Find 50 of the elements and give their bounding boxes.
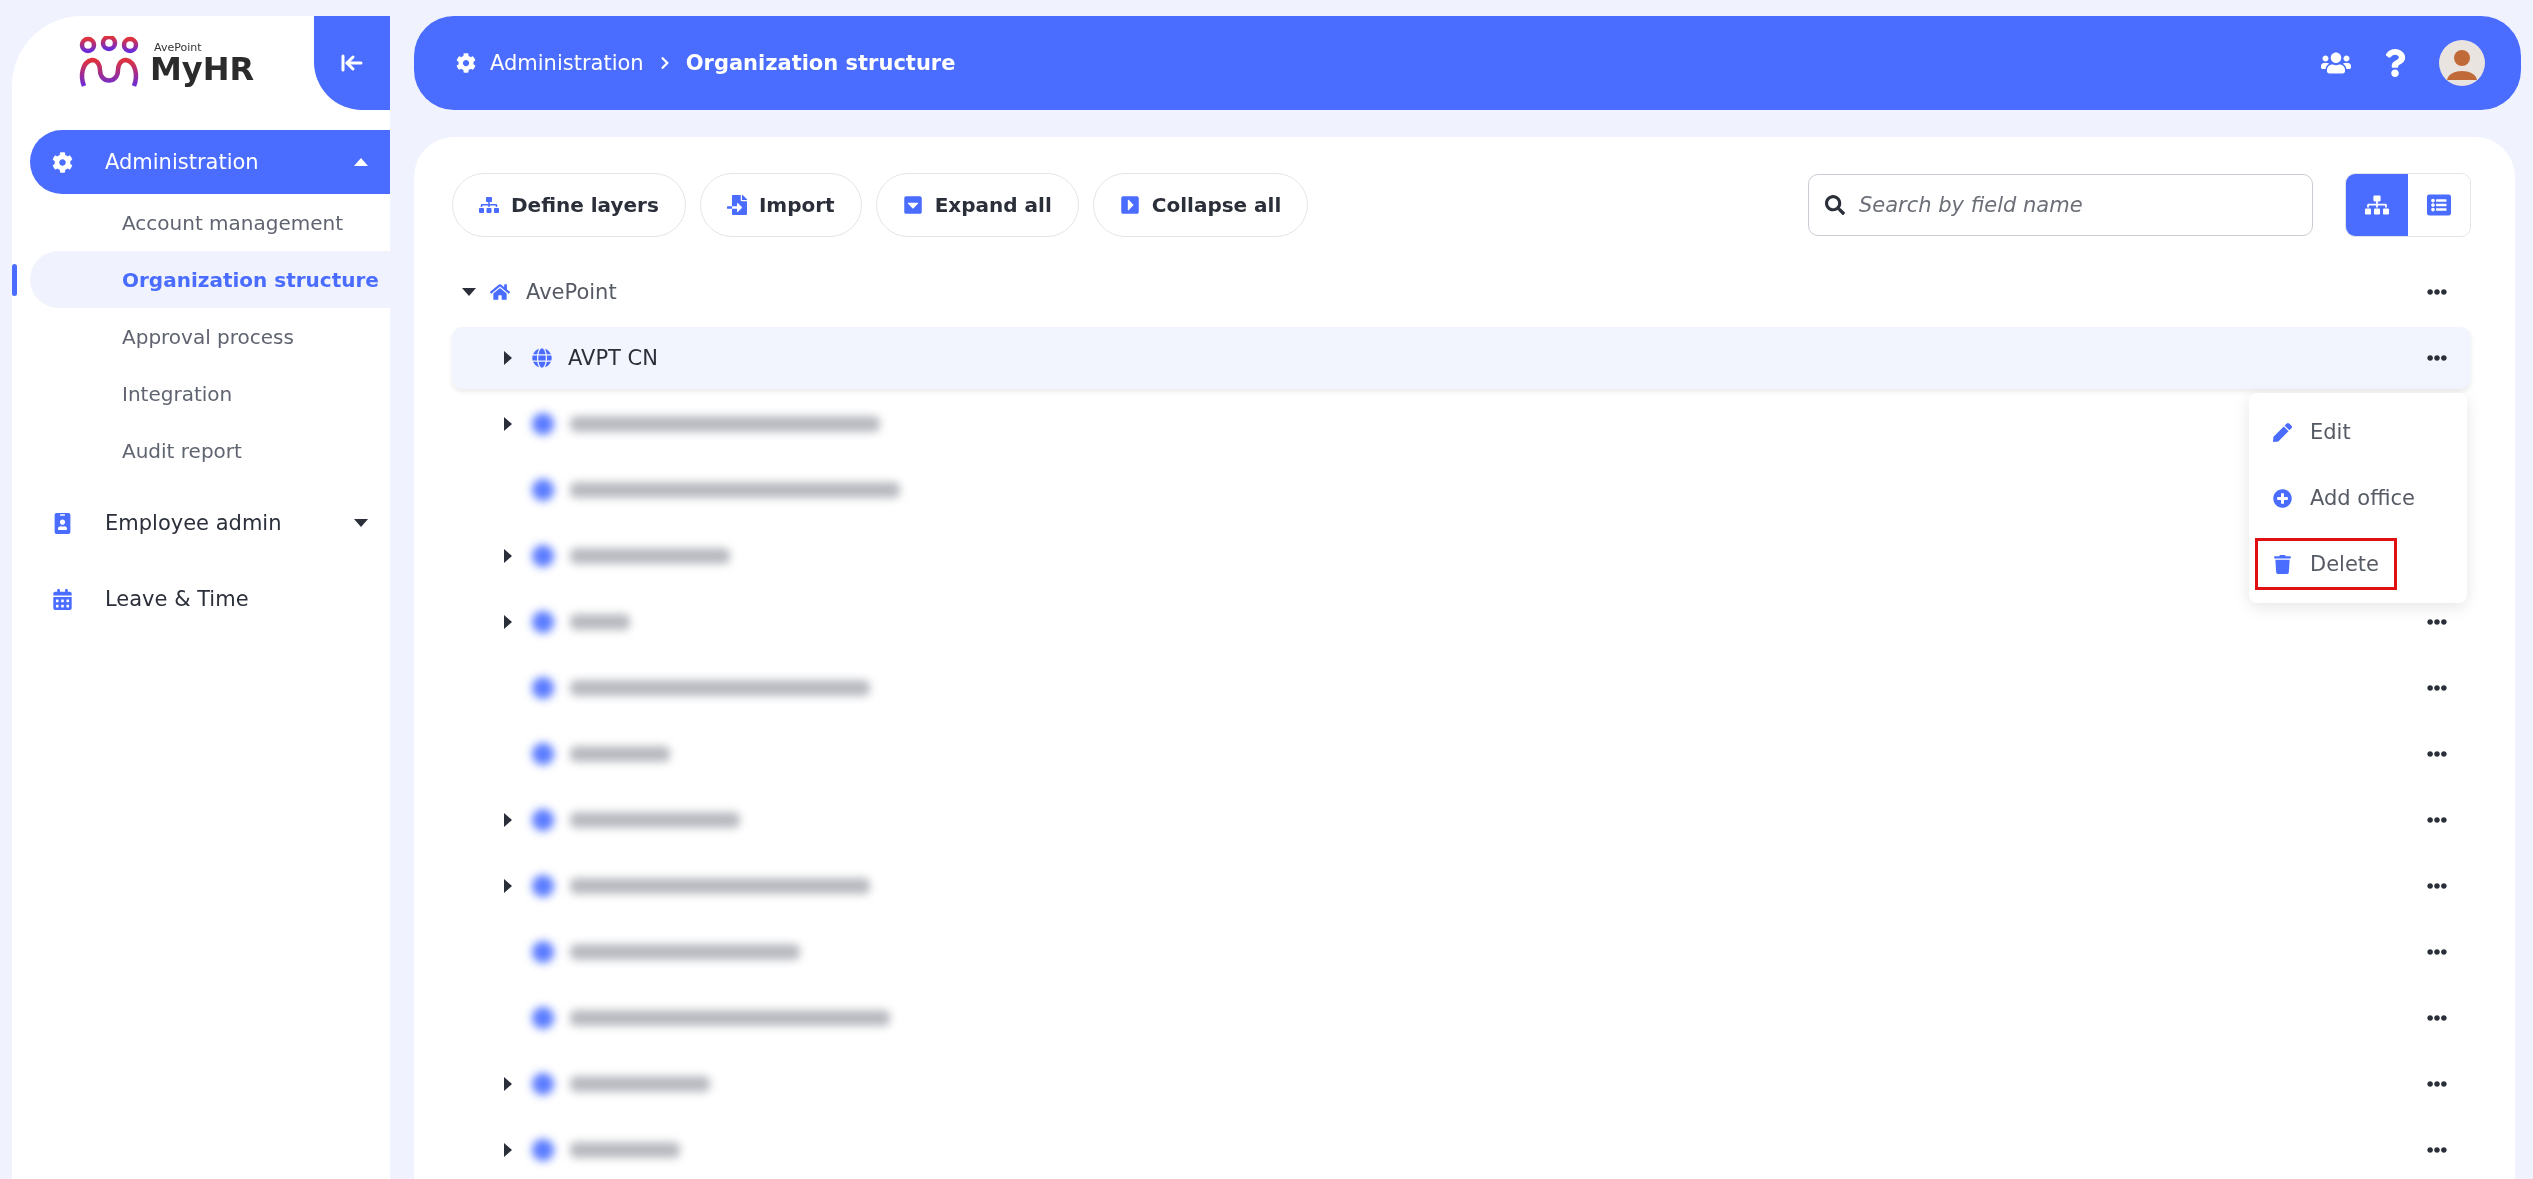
gear-icon — [456, 53, 476, 73]
caret-icon — [504, 1077, 512, 1091]
toolbar-button[interactable]: Import — [699, 173, 862, 237]
nav-item[interactable]: Employee admin — [30, 491, 390, 555]
home-icon — [490, 282, 510, 302]
toolbar-button[interactable]: Expand all — [875, 173, 1079, 237]
globe-icon — [532, 348, 552, 368]
nav-subitem[interactable]: Approval process — [30, 308, 390, 365]
id-badge-icon — [52, 512, 73, 534]
menu-item[interactable]: Delete — [2255, 538, 2397, 590]
caret-icon — [504, 417, 512, 431]
toolbar-button[interactable]: Collapse all — [1092, 173, 1309, 237]
caret-icon — [504, 615, 512, 629]
gear-icon — [52, 151, 73, 173]
app-name: MyHR — [150, 52, 255, 85]
logo-icon — [78, 36, 140, 90]
nav-subitem[interactable]: Integration — [30, 365, 390, 422]
hierarchy-icon — [479, 195, 499, 215]
collapse-sidebar-button[interactable] — [314, 16, 390, 110]
breadcrumb-item: Organization structure — [685, 51, 956, 75]
list-icon — [2427, 193, 2451, 217]
pencil-icon — [2273, 422, 2292, 442]
calendar-icon — [52, 588, 73, 610]
caret-icon — [504, 549, 512, 563]
caret-icon — [354, 158, 368, 166]
caret-icon — [462, 288, 476, 296]
toolbar-button[interactable]: Define layers — [452, 173, 686, 237]
tree-node-label[interactable]: AVPT CN — [568, 346, 658, 370]
search-icon — [1825, 195, 1845, 215]
search-field[interactable]: Search by field name — [1808, 174, 2313, 236]
tree-node-label[interactable]: AvePoint — [526, 280, 617, 304]
avatar[interactable] — [2439, 40, 2485, 86]
nav-item[interactable]: Administration — [30, 130, 390, 194]
caret-icon — [504, 879, 512, 893]
menu-item[interactable]: Add office — [2255, 472, 2461, 524]
nav-item[interactable]: Leave & Time — [30, 567, 390, 631]
brand-label: AvePoint — [154, 41, 203, 53]
menu-item[interactable]: Edit — [2255, 406, 2461, 458]
nav-subitem[interactable]: Audit report — [30, 422, 390, 479]
trash-icon — [2273, 554, 2292, 574]
caret-icon — [504, 1143, 512, 1157]
file-import-icon — [726, 195, 747, 215]
breadcrumb-item[interactable]: Administration — [490, 51, 644, 75]
tree-view-button[interactable] — [2346, 174, 2408, 236]
hierarchy-icon — [2365, 193, 2389, 217]
caret-icon — [504, 351, 512, 365]
nav-subitem[interactable]: Organization structure — [30, 251, 390, 308]
caret-icon — [504, 813, 512, 827]
nav-subitem[interactable]: Account management — [30, 194, 390, 251]
caret-icon — [354, 519, 368, 527]
